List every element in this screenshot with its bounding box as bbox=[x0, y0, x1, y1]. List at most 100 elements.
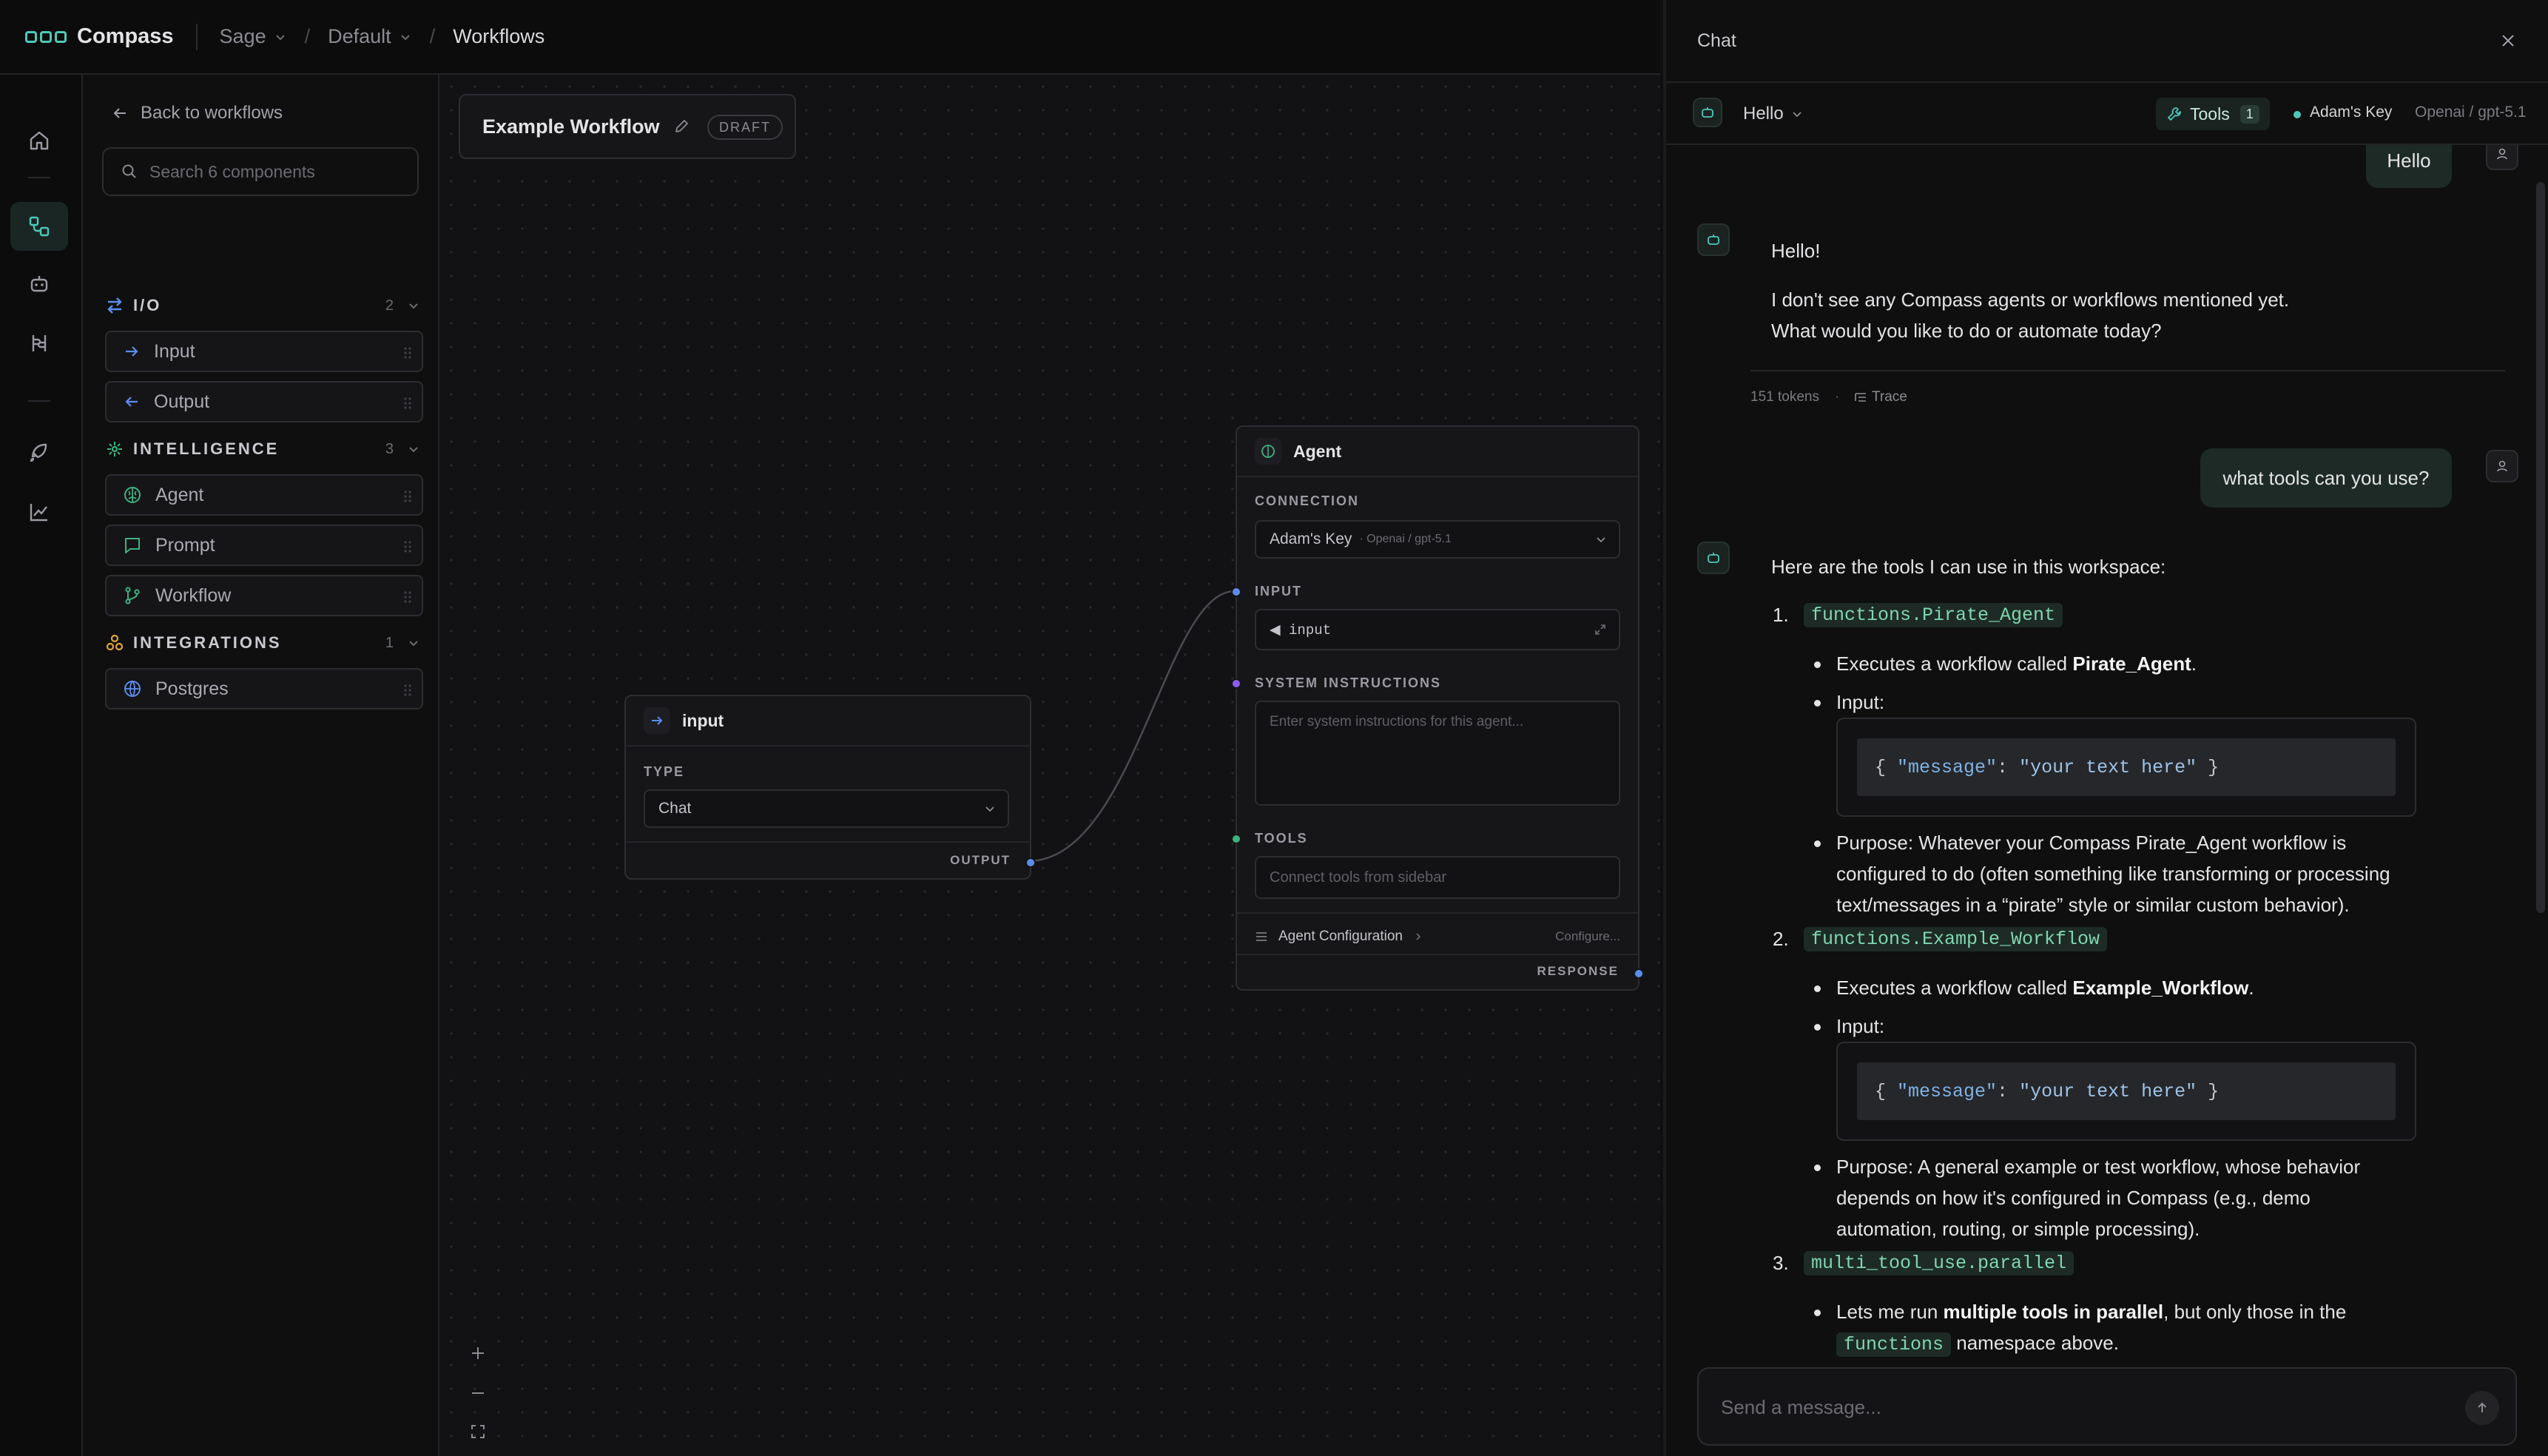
arrow-right-icon bbox=[644, 707, 670, 734]
text-part: Executes a workflow called bbox=[1836, 653, 2073, 675]
code-block: { "message": "your text here" } bbox=[1836, 718, 2416, 817]
message-input[interactable] bbox=[1721, 1391, 2446, 1423]
drag-handle-icon[interactable] bbox=[404, 684, 411, 696]
session-select[interactable]: Hello bbox=[1743, 101, 1803, 127]
drag-handle-icon[interactable] bbox=[404, 591, 411, 603]
agents-icon[interactable] bbox=[10, 260, 68, 309]
component-agent[interactable]: Agent bbox=[105, 474, 423, 516]
assistant-text: depends on how it's configured in Compas… bbox=[1836, 1187, 2311, 1209]
text-bold: multiple tools in parallel bbox=[1943, 1301, 2164, 1323]
input-port[interactable] bbox=[1231, 587, 1241, 597]
chevron-down-icon bbox=[275, 34, 285, 40]
fit-view-icon[interactable] bbox=[462, 1415, 494, 1448]
tools-dropzone[interactable]: Connect tools from sidebar bbox=[1255, 856, 1620, 899]
text-part: . bbox=[2248, 977, 2254, 999]
workflows-icon[interactable] bbox=[10, 202, 68, 251]
search-icon bbox=[122, 164, 136, 178]
chevron-down-icon bbox=[1597, 537, 1605, 543]
tools-button[interactable]: Tools 1 bbox=[2156, 98, 2270, 130]
search-input[interactable] bbox=[149, 161, 401, 182]
section-integrations[interactable]: INTEGRATIONS 1 bbox=[105, 630, 423, 656]
code-token: "message" bbox=[1897, 1080, 1998, 1102]
divider bbox=[1237, 954, 1638, 955]
assistant-text: text/messages in a “pirate” style or sim… bbox=[1836, 894, 2350, 916]
tool-name: functions.Example_Workflow bbox=[1804, 922, 2108, 955]
tool-name-code: functions.Pirate_Agent bbox=[1804, 603, 2063, 627]
zoom-in-icon[interactable] bbox=[462, 1337, 494, 1369]
bullet bbox=[1814, 661, 1821, 668]
component-workflow[interactable]: Workflow bbox=[105, 575, 423, 616]
output-port[interactable] bbox=[1025, 857, 1036, 868]
agent-node[interactable]: Agent CONNECTION Adam's Key · Openai / g… bbox=[1231, 425, 1644, 991]
chat-scrollbar[interactable] bbox=[2536, 182, 2545, 913]
back-to-workflows-link[interactable]: Back to workflows bbox=[112, 103, 283, 124]
message-list[interactable]: Hello Hello! I don't see any Compass age… bbox=[1666, 145, 2548, 1358]
meta-separator: · bbox=[1835, 389, 1840, 405]
workflow-canvas[interactable]: Example Workflow DRAFT input TYPE Chat O… bbox=[439, 75, 1660, 1456]
drag-handle-icon[interactable] bbox=[404, 541, 411, 553]
section-io[interactable]: I/O 2 bbox=[105, 292, 423, 319]
message-composer bbox=[1697, 1367, 2517, 1446]
breadcrumb-page[interactable]: Workflows bbox=[453, 25, 545, 48]
list-number: 2. bbox=[1773, 928, 1789, 950]
system-instructions-placeholder: Enter system instructions for this agent… bbox=[1270, 714, 1524, 729]
expand-icon[interactable] bbox=[1594, 623, 1607, 636]
drag-handle-icon[interactable] bbox=[404, 347, 411, 359]
deploy-rocket-icon[interactable] bbox=[10, 428, 68, 477]
connection-select[interactable]: Adam's Key · Openai / gpt-5.1 bbox=[1255, 520, 1620, 559]
tool-name-code: functions.Example_Workflow bbox=[1804, 927, 2108, 951]
user-avatar-icon bbox=[2486, 450, 2518, 482]
user-message-text: Hello bbox=[2387, 149, 2431, 172]
trace-link[interactable]: Trace bbox=[1854, 389, 1907, 405]
connection-model: · Openai / gpt-5.1 bbox=[1359, 533, 1452, 545]
type-select[interactable]: Chat bbox=[644, 789, 1009, 828]
tools-count-badge: 1 bbox=[2239, 104, 2259, 124]
type-value: Chat bbox=[658, 800, 692, 817]
compass-logo-icon[interactable] bbox=[25, 30, 70, 43]
divider bbox=[28, 177, 50, 178]
send-button[interactable] bbox=[2465, 1391, 2499, 1425]
agent-configuration-row[interactable]: Agent Configuration Configure... bbox=[1255, 921, 1620, 952]
input-field[interactable]: ◀ input bbox=[1255, 609, 1620, 650]
assistant-text: Input: bbox=[1836, 691, 1885, 713]
component-input[interactable]: Input bbox=[105, 331, 423, 372]
connection-label: CONNECTION bbox=[1255, 493, 1359, 508]
divider bbox=[28, 400, 50, 402]
code-content[interactable]: { "message": "your text here" } bbox=[1857, 1062, 2396, 1120]
component-label: Prompt bbox=[155, 534, 215, 556]
section-intelligence[interactable]: INTELLIGENCE 3 bbox=[105, 436, 423, 462]
component-label: Agent bbox=[155, 484, 204, 505]
code-token: } bbox=[2197, 1080, 2220, 1102]
drag-handle-icon[interactable] bbox=[404, 397, 411, 409]
divider bbox=[626, 841, 1030, 843]
brand-name[interactable]: Compass bbox=[77, 24, 174, 49]
tools-port[interactable] bbox=[1231, 834, 1241, 844]
chat-title: Chat bbox=[1697, 30, 1736, 51]
agent-configuration-label: Agent Configuration bbox=[1278, 928, 1403, 944]
input-node[interactable]: input TYPE Chat OUTPUT bbox=[624, 695, 1036, 880]
home-icon[interactable] bbox=[10, 116, 68, 165]
code-token: } bbox=[2197, 756, 2220, 778]
close-icon[interactable] bbox=[2499, 32, 2517, 50]
node-title: input bbox=[682, 710, 724, 730]
agent-avatar-icon bbox=[1693, 98, 1722, 127]
system-instructions-port[interactable] bbox=[1231, 678, 1241, 689]
component-search[interactable] bbox=[102, 147, 419, 196]
zoom-out-icon[interactable] bbox=[462, 1377, 494, 1409]
namespace-code: functions bbox=[1836, 1332, 1952, 1357]
response-port[interactable] bbox=[1634, 968, 1644, 979]
component-prompt[interactable]: Prompt bbox=[105, 525, 423, 566]
divider bbox=[195, 23, 198, 50]
analytics-chart-icon[interactable] bbox=[10, 488, 68, 536]
assistant-text: I don't see any Compass agents or workfl… bbox=[1771, 289, 2290, 311]
component-output[interactable]: Output bbox=[105, 381, 423, 422]
breadcrumb-org[interactable]: Sage bbox=[220, 25, 287, 48]
section-title: INTEGRATIONS bbox=[133, 633, 282, 652]
configure-link[interactable]: Configure... bbox=[1555, 929, 1620, 944]
system-instructions-textarea[interactable]: Enter system instructions for this agent… bbox=[1255, 701, 1620, 806]
integrations-icon[interactable] bbox=[10, 319, 68, 368]
drag-handle-icon[interactable] bbox=[404, 491, 411, 502]
code-content[interactable]: { "message": "your text here" } bbox=[1857, 738, 2396, 796]
breadcrumb-env[interactable]: Default bbox=[328, 25, 412, 48]
component-postgres[interactable]: Postgres bbox=[105, 668, 423, 710]
